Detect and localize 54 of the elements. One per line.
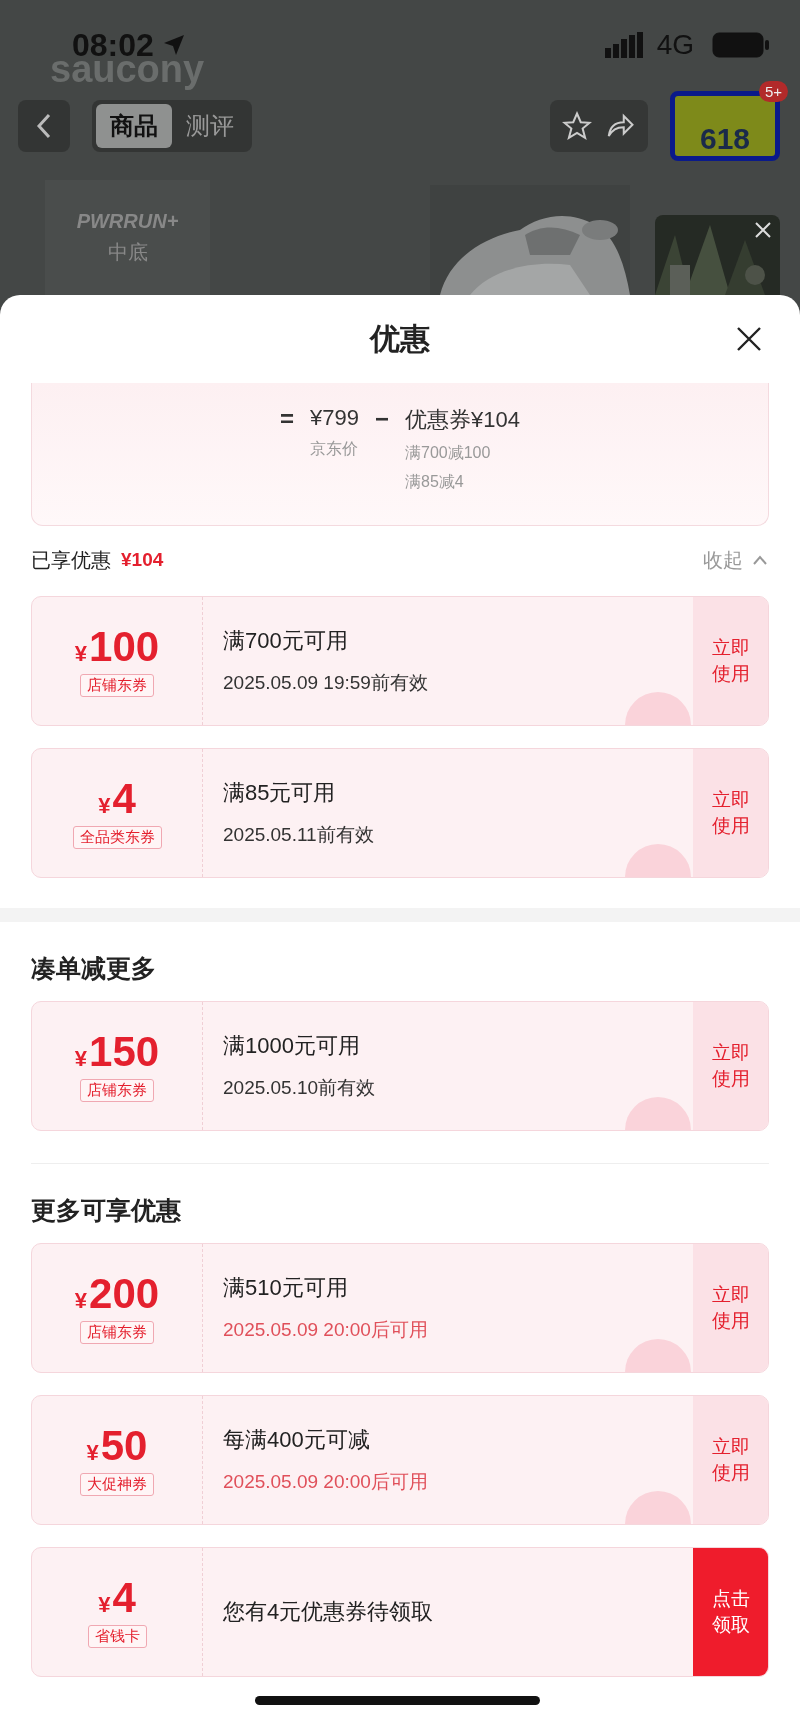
coupon-tag: 全品类东券 [72, 825, 162, 849]
coupon-validity: 2025.05.09 20:00后可用 [223, 1470, 429, 1494]
star-icon[interactable] [562, 111, 592, 141]
use-now-button[interactable]: 立即使用 [693, 749, 768, 877]
caret-up-icon [751, 554, 769, 566]
coupon-tag: 店铺东券 [80, 1320, 154, 1344]
use-now-button[interactable]: 立即使用 [693, 1244, 768, 1372]
coupon-amount: ¥200 [74, 1272, 160, 1315]
coupon-rule: 满85减4 [405, 472, 465, 492]
coupon-tag: 店铺东券 [80, 1078, 154, 1102]
claim-button[interactable]: 点击领取 [693, 1548, 768, 1676]
coupon-validity: 2025.05.09 19:59前有效 [223, 671, 429, 695]
coupon-tag: 店铺东券 [80, 673, 154, 697]
feature-label: 中底 [107, 240, 148, 265]
minus-sign: − [375, 405, 389, 433]
coupon-rule: 满700减100 [405, 443, 492, 463]
tab[interactable]: 商品 [96, 104, 172, 148]
coupon-total: 优惠券¥104 [405, 406, 520, 434]
coupon-condition: 满85元可用 [223, 779, 337, 807]
equals-sign: = [280, 405, 295, 433]
price-value: ¥799 [310, 405, 359, 431]
enjoyed-amount: ¥104 [121, 549, 164, 571]
battery-icon [712, 32, 770, 58]
coupon-condition: 满1000元可用 [223, 1032, 361, 1060]
use-now-button[interactable]: 立即使用 [693, 597, 768, 725]
use-now-button[interactable]: 立即使用 [693, 1396, 768, 1524]
coupon-condition: 满510元可用 [223, 1274, 349, 1302]
back-button[interactable] [18, 100, 70, 152]
close-icon[interactable] [736, 326, 762, 352]
coupon-validity: 2025.05.10前有效 [223, 1076, 377, 1100]
coupon-tag: 省钱卡 [87, 1624, 147, 1648]
count-badge: 5+ [758, 81, 788, 102]
enjoyed-label: 已享优惠 [31, 547, 111, 573]
coupon-validity: 2025.05.09 20:00后可用 [223, 1318, 429, 1342]
coupon-condition: 满700元可用 [223, 627, 349, 655]
coupon-amount: ¥100 [74, 625, 160, 668]
price-label: 京东价 [310, 439, 359, 459]
section-title: 凑单减更多 [31, 953, 157, 984]
tab[interactable]: 测评 [172, 104, 248, 148]
section-title: 更多可享优惠 [31, 1195, 182, 1226]
coupon-amount: ¥50 [86, 1424, 148, 1467]
chevron-left-icon [35, 112, 53, 140]
use-now-button[interactable]: 立即使用 [693, 1002, 768, 1130]
coupon-validity: 2025.05.11前有效 [223, 823, 375, 847]
coupon-condition: 每满400元可减 [223, 1426, 371, 1454]
coupon-amount: ¥4 [98, 1576, 136, 1619]
coupon-amount: ¥150 [74, 1030, 160, 1073]
coupon-tag: 大促神券 [80, 1472, 154, 1496]
signal-icon [604, 32, 645, 58]
sheet-title: 优惠 [370, 320, 430, 357]
collapse-toggle[interactable]: 收起 [703, 546, 769, 574]
coupon-condition: 您有4元优惠券待领取 [223, 1598, 435, 1626]
coupon-amount: ¥4 [98, 777, 136, 820]
feature-logo: PWRRUN+ [76, 210, 179, 233]
